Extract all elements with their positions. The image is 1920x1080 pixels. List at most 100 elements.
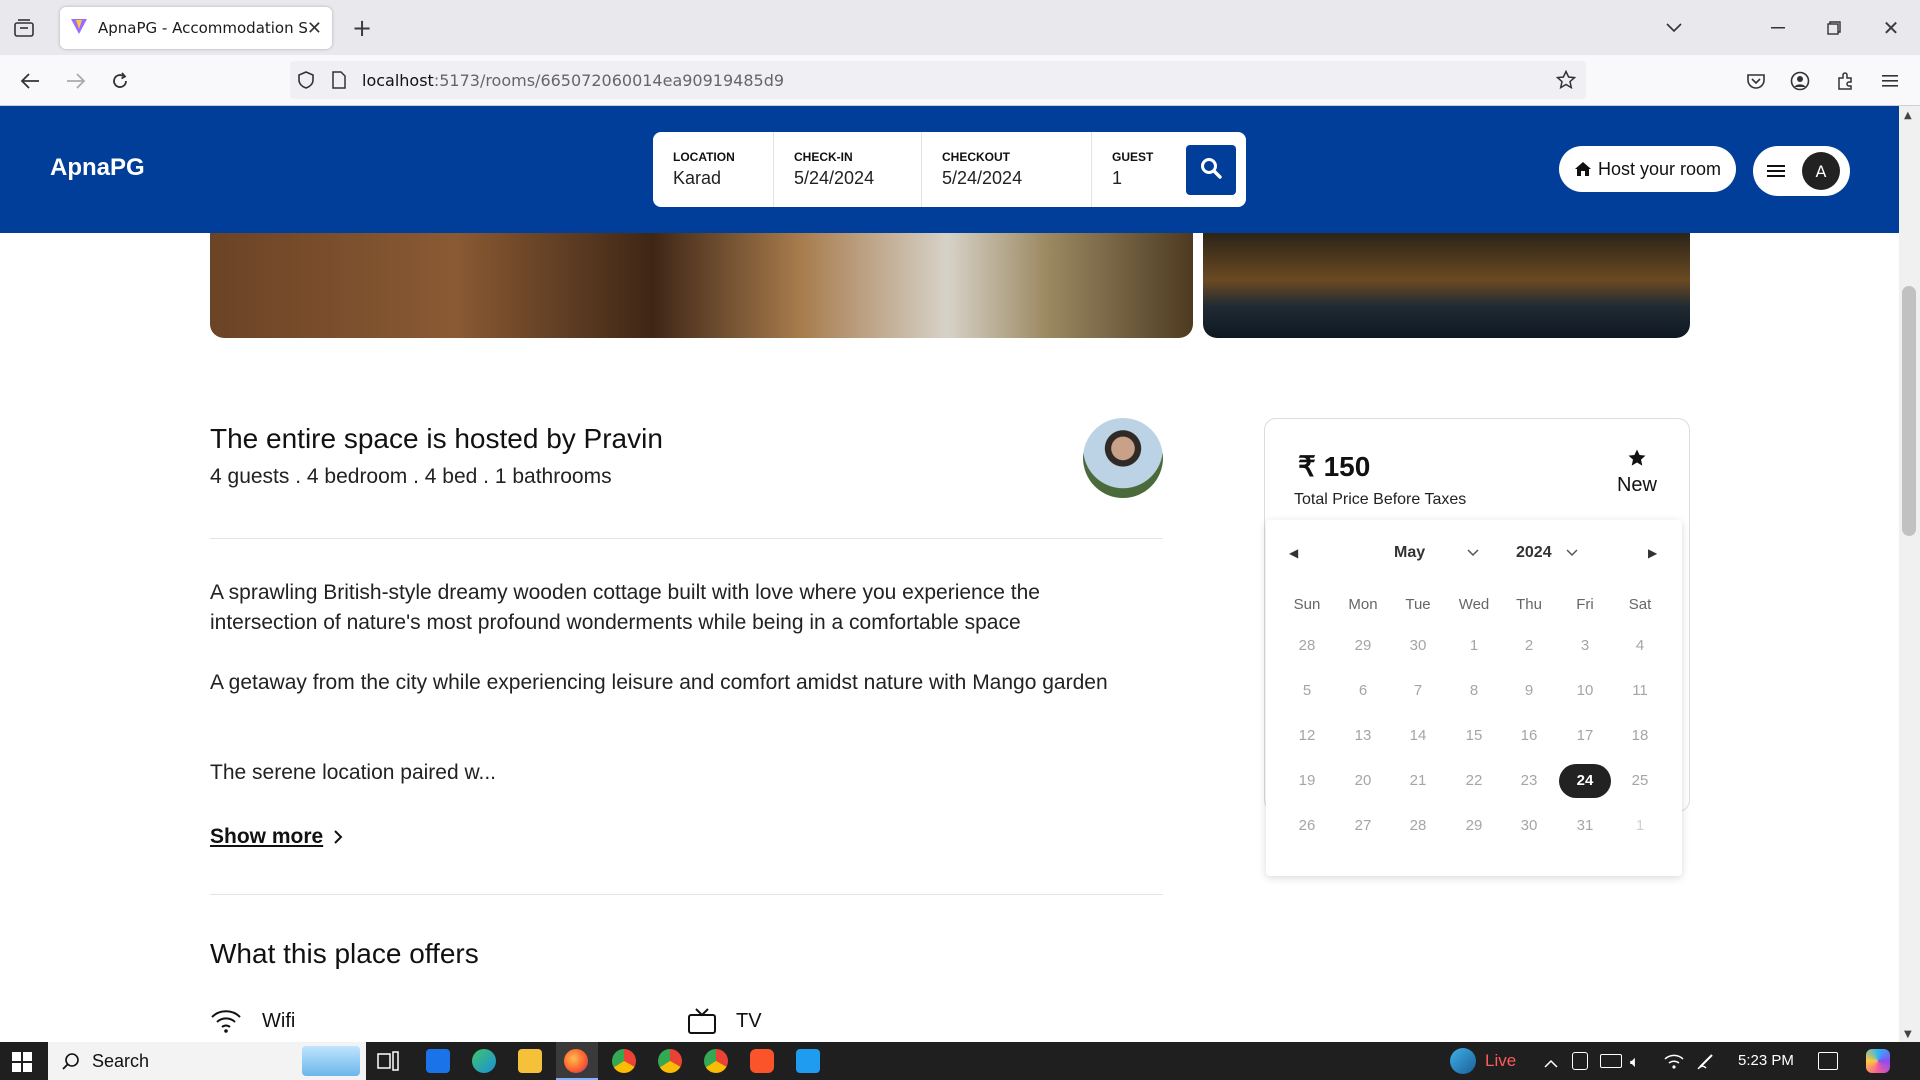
calendar-day[interactable]: 30: [1503, 809, 1555, 843]
divider: [210, 538, 1163, 539]
account-icon[interactable]: [1786, 67, 1814, 95]
calendar-day[interactable]: 17: [1559, 719, 1611, 753]
restore-icon[interactable]: [1820, 14, 1848, 42]
task-view-icon[interactable]: [377, 1051, 399, 1075]
new-tab-icon[interactable]: +: [348, 14, 376, 42]
calendar-day[interactable]: 9: [1503, 674, 1555, 708]
calendar-day[interactable]: 5: [1281, 674, 1333, 708]
brave-browser-icon[interactable]: [750, 1049, 774, 1073]
list-all-tabs-icon[interactable]: [1660, 14, 1688, 42]
room-photo-secondary[interactable]: [1203, 233, 1690, 338]
windows-start-icon[interactable]: [12, 1052, 32, 1076]
chrome-profile-icon[interactable]: [658, 1049, 682, 1073]
calendar-day[interactable]: 2: [1503, 629, 1555, 663]
calendar-day[interactable]: 6: [1337, 674, 1389, 708]
calendar-day[interactable]: 8: [1448, 674, 1500, 708]
calendar-day[interactable]: 31: [1559, 809, 1611, 843]
calendar-day[interactable]: 1: [1614, 809, 1666, 843]
calendar-day[interactable]: 18: [1614, 719, 1666, 753]
calendar-day[interactable]: 16: [1503, 719, 1555, 753]
calendar-day[interactable]: 28: [1392, 809, 1444, 843]
battery-icon[interactable]: [1600, 1054, 1622, 1068]
month-select[interactable]: May: [1394, 544, 1479, 562]
checkin-field[interactable]: CHECK-IN 5/24/2024: [774, 132, 922, 207]
calendar-day[interactable]: 26: [1281, 809, 1333, 843]
calendar-day[interactable]: 14: [1392, 719, 1444, 753]
guest-field[interactable]: GUEST 1: [1092, 132, 1182, 207]
tab-list-icon[interactable]: [12, 16, 36, 40]
host-your-room-button[interactable]: Host your room: [1559, 146, 1736, 192]
calendar-day[interactable]: 30: [1392, 629, 1444, 663]
site-logo[interactable]: ApnaPG: [50, 154, 145, 182]
close-window-icon[interactable]: ✕: [1877, 14, 1905, 42]
scroll-up-icon[interactable]: ▲: [1904, 110, 1912, 121]
calendar-day[interactable]: 29: [1337, 629, 1389, 663]
checkout-field[interactable]: CHECKOUT 5/24/2024: [922, 132, 1092, 207]
checkin-value: 5/24/2024: [794, 168, 875, 188]
chrome-icon[interactable]: [612, 1049, 636, 1073]
room-photo-main[interactable]: [210, 233, 1193, 338]
year-select[interactable]: 2024: [1516, 544, 1578, 562]
calendar-day[interactable]: 21: [1392, 764, 1444, 798]
scroll-down-icon[interactable]: ▼: [1904, 1029, 1912, 1040]
pen-icon[interactable]: [1697, 1052, 1715, 1074]
bookmark-star-icon[interactable]: [1555, 69, 1577, 94]
shield-icon[interactable]: [298, 71, 318, 89]
meet-now-icon[interactable]: [1572, 1052, 1588, 1070]
taskbar-search[interactable]: Search: [48, 1042, 366, 1080]
extensions-icon[interactable]: [1831, 67, 1859, 95]
edge-browser-icon[interactable]: [472, 1049, 496, 1073]
notifications-icon[interactable]: [1818, 1052, 1838, 1070]
search-button[interactable]: [1186, 145, 1236, 195]
user-menu-button[interactable]: A: [1753, 146, 1850, 196]
scrollbar-thumb[interactable]: [1902, 286, 1916, 536]
calendar-day[interactable]: 3: [1559, 629, 1611, 663]
firefox-icon[interactable]: [564, 1049, 588, 1073]
calendar-day[interactable]: 7: [1392, 674, 1444, 708]
calendar-day[interactable]: 4: [1614, 629, 1666, 663]
browser-tab-active[interactable]: ApnaPG - Accommodation Solu ✕: [60, 7, 332, 49]
show-more-link[interactable]: Show more: [210, 825, 343, 849]
calendar-day[interactable]: 11: [1614, 674, 1666, 708]
pocket-icon[interactable]: [1742, 67, 1770, 95]
calendar-day-selected[interactable]: 24: [1559, 764, 1611, 798]
weather-icon[interactable]: [1450, 1048, 1476, 1074]
calendar-day[interactable]: 13: [1337, 719, 1389, 753]
offers-heading: What this place offers: [210, 938, 479, 969]
reload-icon[interactable]: [106, 67, 134, 95]
calendar-day[interactable]: 28: [1281, 629, 1333, 663]
calendar-day[interactable]: 15: [1448, 719, 1500, 753]
calendar-day[interactable]: 22: [1448, 764, 1500, 798]
next-month-icon[interactable]: ▶: [1648, 546, 1657, 560]
calendar-day[interactable]: 1: [1448, 629, 1500, 663]
back-icon[interactable]: [16, 67, 44, 95]
page-scrollbar[interactable]: ▲ ▼: [1899, 106, 1920, 1042]
live-label[interactable]: Live: [1485, 1051, 1516, 1071]
prev-month-icon[interactable]: ◀: [1289, 546, 1298, 560]
calendar-day[interactable]: 19: [1281, 764, 1333, 798]
calendar-day[interactable]: 12: [1281, 719, 1333, 753]
vscode-icon[interactable]: [796, 1049, 820, 1073]
volume-icon[interactable]: 🔈︎: [1630, 1052, 1640, 1072]
calendar-day[interactable]: 29: [1448, 809, 1500, 843]
minimize-icon[interactable]: [1764, 14, 1792, 42]
forward-icon[interactable]: [62, 67, 90, 95]
calendar-day[interactable]: 25: [1614, 764, 1666, 798]
network-icon[interactable]: [1664, 1052, 1684, 1074]
file-explorer-icon[interactable]: [518, 1049, 542, 1073]
calendar-day[interactable]: 20: [1337, 764, 1389, 798]
copilot-icon[interactable]: [1866, 1049, 1890, 1073]
url-host: localhost: [362, 70, 434, 90]
app-menu-icon[interactable]: [1876, 67, 1904, 95]
calendar-day[interactable]: 23: [1503, 764, 1555, 798]
url-bar[interactable]: localhost:5173/rooms/665072060014ea90919…: [290, 61, 1586, 99]
clock-time[interactable]: 5:23 PM: [1738, 1052, 1794, 1069]
location-field[interactable]: LOCATION Karad: [653, 132, 774, 207]
mail-app-icon[interactable]: [426, 1049, 450, 1073]
tray-chevron-icon[interactable]: [1544, 1054, 1558, 1073]
calendar-day[interactable]: 27: [1337, 809, 1389, 843]
chrome-profile-icon[interactable]: [704, 1049, 728, 1073]
room-capacity: 4 guests . 4 bedroom . 4 bed . 1 bathroo…: [210, 465, 612, 488]
tab-close-icon[interactable]: ✕: [307, 18, 322, 39]
calendar-day[interactable]: 10: [1559, 674, 1611, 708]
